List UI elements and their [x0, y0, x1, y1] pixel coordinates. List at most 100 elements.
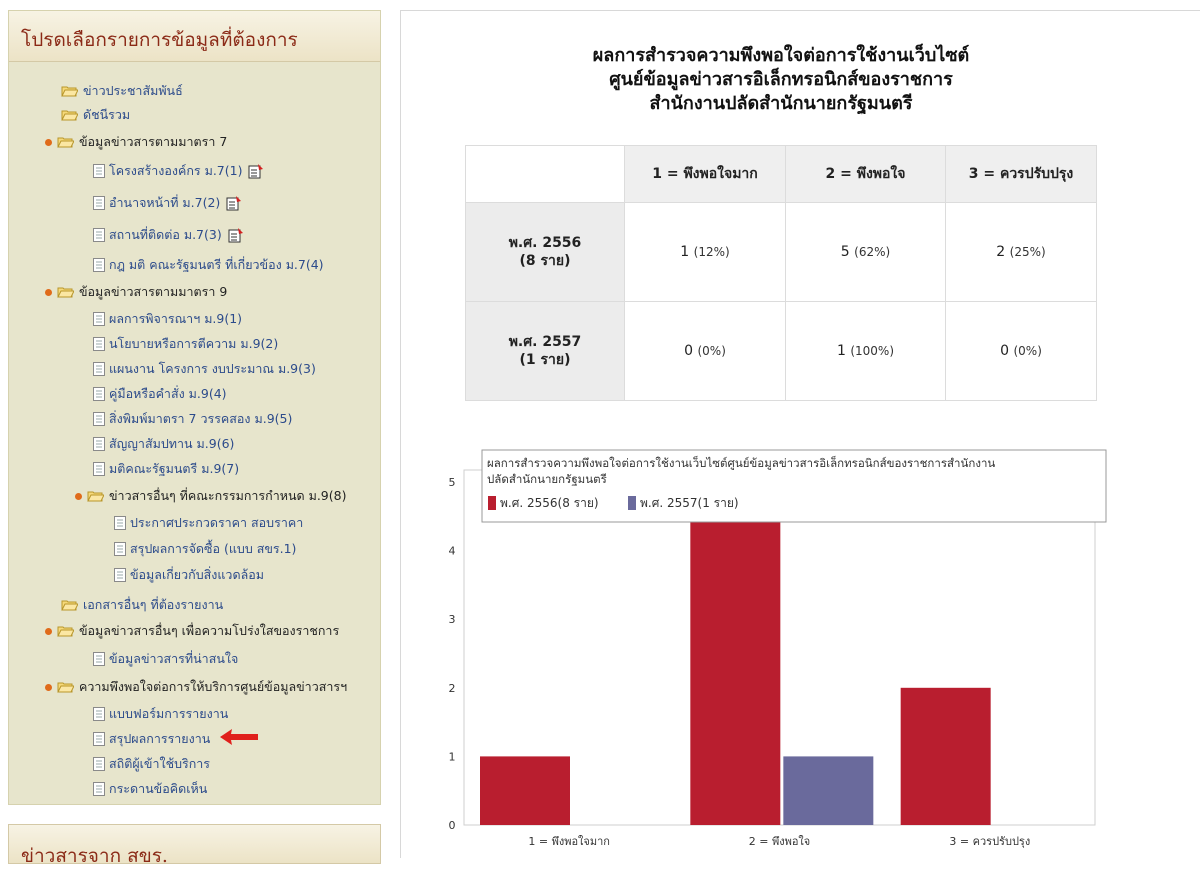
- menu-item-7-3[interactable]: สถานที่ติดต่อ ม.7(3): [93, 227, 244, 243]
- table-header: 3 = ควรปรับปรุง: [945, 145, 1097, 203]
- y-tick-label: 2: [449, 682, 456, 695]
- menu-item-9-2[interactable]: นโยบายหรือการตีความ ม.9(2): [93, 336, 278, 352]
- menu-item-7-1[interactable]: โครงสร้างองค์กร ม.7(1): [93, 163, 264, 179]
- legend-swatch: [628, 496, 636, 510]
- table-row: พ.ศ. 2556 (8 ราย) 1 (12%) 5 (62%) 2 (25%…: [465, 202, 1097, 302]
- legend-swatch: [488, 496, 496, 510]
- y-tick-label: 5: [449, 476, 456, 489]
- menu-item-section7[interactable]: ข้อมูลข่าวสารตามมาตรา 7: [45, 134, 227, 150]
- menu-item-9-7[interactable]: มติคณะรัฐมนตรี ม.9(7): [93, 461, 239, 477]
- document-icon: [93, 387, 105, 401]
- folder-open-icon: [57, 682, 74, 693]
- sidebar-panel: โปรดเลือกรายการข้อมูลที่ต้องการ ข่าวประช…: [8, 10, 381, 805]
- table-cell: 2 (25%): [945, 202, 1097, 302]
- menu-item-transparency[interactable]: ข้อมูลข่าวสารอื่นๆ เพื่อความโปร่งใสของรา…: [45, 623, 339, 639]
- document-icon: [93, 258, 105, 272]
- bar: [480, 756, 570, 825]
- document-icon: [93, 337, 105, 351]
- menu-item-9-8[interactable]: ข่าวสารอื่นๆ ที่คณะกรรมการกำหนด ม.9(8): [75, 488, 346, 504]
- edit-note-icon: [248, 164, 264, 179]
- folder-open-icon: [57, 137, 74, 148]
- folder-open-icon: [61, 600, 78, 611]
- menu-item-comment-board[interactable]: กระดานข้อคิดเห็น: [93, 781, 207, 797]
- chart-title: ผลการสำรวจความพึงพอใจต่อการใช้งานเว็บไซต…: [487, 455, 995, 470]
- table-header: 2 = พึงพอใจ: [785, 145, 946, 203]
- folder-open-icon: [57, 287, 74, 298]
- table-cell: 5 (62%): [785, 202, 946, 302]
- table-corner-cell: [465, 145, 625, 203]
- title-line: ศูนย์ข้อมูลข่าวสารอิเล็กทรอนิกส์ของราชกา…: [609, 69, 953, 90]
- document-icon: [93, 312, 105, 326]
- menu-item-9-3[interactable]: แผนงาน โครงการ งบประมาณ ม.9(3): [93, 361, 316, 377]
- bullet-icon: [45, 683, 52, 691]
- legend-label: พ.ศ. 2556(8 ราย): [500, 496, 599, 510]
- table-header: 1 = พึงพอใจมาก: [624, 145, 786, 203]
- edit-note-icon: [226, 196, 242, 211]
- bar: [783, 756, 874, 825]
- table-cell: 0 (0%): [624, 301, 786, 401]
- document-icon: [93, 437, 105, 451]
- results-table: 1 = พึงพอใจมาก 2 = พึงพอใจ 3 = ควรปรับปร…: [465, 145, 1097, 401]
- menu-item-7-4[interactable]: กฎ มติ คณะรัฐมนตรี ที่เกี่ยวข้อง ม.7(4): [93, 257, 324, 273]
- satisfaction-bar-chart: 0 1 2 3 4 5 1 = พึงพอใจมาก 2 = พึงพอใจ 3 = ควรปร…: [449, 449, 1107, 848]
- edit-note-icon: [228, 228, 243, 243]
- document-icon: [93, 652, 105, 666]
- folder-open-icon: [61, 110, 78, 121]
- sidebar-header: โปรดเลือกรายการข้อมูลที่ต้องการ: [9, 11, 380, 62]
- row-label: พ.ศ. 2557 (1 ราย): [465, 301, 625, 401]
- document-icon: [93, 707, 105, 721]
- bullet-icon: [45, 627, 52, 635]
- document-icon: [93, 757, 105, 771]
- document-icon: [93, 782, 105, 796]
- page-title: ผลการสำรวจความพึงพอใจต่อการใช้งานเว็บไซต…: [466, 44, 1096, 116]
- document-icon: [114, 568, 126, 582]
- document-icon: [93, 732, 105, 746]
- menu-item-report-summary[interactable]: สรุปผลการรายงาน: [93, 731, 210, 747]
- bullet-icon: [45, 138, 52, 146]
- x-tick-label: 1 = พึงพอใจมาก: [528, 835, 610, 848]
- menu-item-report-form[interactable]: แบบฟอร์มการรายงาน: [93, 706, 228, 722]
- chart-title: ปลัดสำนักนายกรัฐมนตรี: [487, 472, 607, 486]
- content-top-border: [400, 10, 1200, 11]
- menu-item-7-2[interactable]: อำนาจหน้าที่ ม.7(2): [93, 195, 242, 211]
- document-icon: [93, 362, 105, 376]
- document-icon: [93, 228, 105, 242]
- menu-item-9-5[interactable]: สิ่งพิมพ์มาตรา 7 วรรคสอง ม.9(5): [93, 411, 292, 427]
- bullet-icon: [45, 288, 52, 296]
- menu-item-visitor-stats[interactable]: สถิติผู้เข้าใช้บริการ: [93, 756, 210, 772]
- document-icon: [93, 462, 105, 476]
- menu-item-environment[interactable]: ข้อมูลเกี่ยวกับสิ่งแวดล้อม: [114, 567, 264, 583]
- y-tick-label: 0: [449, 819, 456, 832]
- menu-item-price-announce[interactable]: ประกาศประกวดราคา สอบราคา: [114, 515, 303, 531]
- table-cell: 0 (0%): [945, 301, 1097, 401]
- menu-item-other-docs[interactable]: เอกสารอื่นๆ ที่ต้องรายงาน: [61, 597, 223, 613]
- content-divider: [400, 10, 401, 858]
- table-row: พ.ศ. 2557 (1 ราย) 0 (0%) 1 (100%) 0 (0%): [465, 301, 1097, 401]
- menu-item-9-6[interactable]: สัญญาสัมปทาน ม.9(6): [93, 436, 234, 452]
- x-tick-label: 2 = พึงพอใจ: [749, 835, 811, 848]
- document-icon: [114, 542, 126, 556]
- bar: [690, 482, 781, 825]
- menu-item-procurement[interactable]: สรุปผลการจัดซื้อ (แบบ สขร.1): [114, 541, 296, 557]
- document-icon: [93, 164, 105, 178]
- folder-open-icon: [61, 86, 78, 97]
- legend-label: พ.ศ. 2557(1 ราย): [640, 496, 739, 510]
- title-line: สำนักงานปลัดสำนักนายกรัฐมนตรี: [649, 93, 913, 114]
- document-icon: [93, 412, 105, 426]
- red-arrow-icon: [220, 729, 258, 745]
- table-header-row: 1 = พึงพอใจมาก 2 = พึงพอใจ 3 = ควรปรับปร…: [465, 145, 1097, 203]
- menu-item-interesting[interactable]: ข้อมูลข่าวสารที่น่าสนใจ: [93, 651, 238, 667]
- document-icon: [93, 196, 105, 210]
- menu-item-index[interactable]: ดัชนีรวม: [61, 107, 130, 123]
- sidebar-news-header: ข่าวสารจาก สขร.: [8, 824, 381, 867]
- menu-item-9-4[interactable]: คู่มือหรือคำสั่ง ม.9(4): [93, 386, 227, 402]
- folder-open-icon: [87, 491, 104, 502]
- menu-item-9-1[interactable]: ผลการพิจารณาฯ ม.9(1): [93, 311, 242, 327]
- menu-item-section9[interactable]: ข้อมูลข่าวสารตามมาตรา 9: [45, 284, 227, 300]
- y-tick-label: 1: [449, 750, 456, 763]
- bullet-icon: [75, 492, 82, 500]
- menu-item-satisfaction[interactable]: ความพึงพอใจต่อการให้บริการศูนย์ข้อมูลข่า…: [45, 679, 347, 695]
- menu-item-news[interactable]: ข่าวประชาสัมพันธ์: [61, 83, 183, 99]
- title-line: ผลการสำรวจความพึงพอใจต่อการใช้งานเว็บไซต…: [592, 45, 970, 66]
- folder-open-icon: [57, 626, 74, 637]
